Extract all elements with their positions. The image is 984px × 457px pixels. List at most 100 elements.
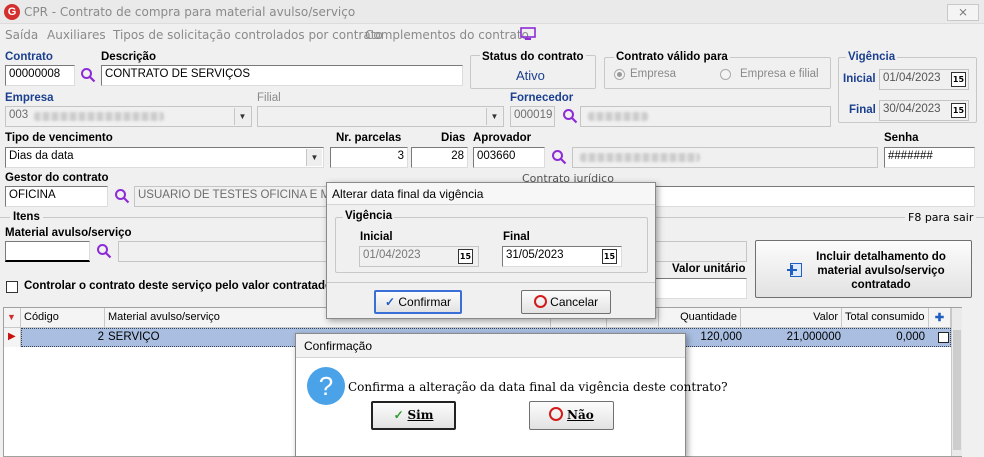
confirm-message: Confirma a alteração da data final da vi… [348, 380, 728, 394]
chevron-down-icon[interactable]: ▼ [234, 108, 250, 125]
aprovador-input[interactable]: 003660 [473, 147, 545, 168]
cancel-icon [533, 295, 547, 308]
radio-empresa-label: Empresa [630, 68, 677, 80]
check-icon: ✓ [384, 295, 396, 309]
calendar-icon[interactable]: 15 [951, 103, 966, 118]
search-icon[interactable] [96, 243, 112, 259]
grid-header-indicator: ▼ [4, 308, 21, 328]
app-logo: G [4, 4, 20, 20]
aprovador-label: Aprovador [473, 132, 532, 144]
filial-label: Filial [257, 92, 281, 104]
add-icon[interactable]: ✚ [935, 312, 944, 324]
grid-header-codigo[interactable]: Código [21, 308, 105, 328]
grid-header-add[interactable]: ✚ [929, 308, 951, 328]
valor-unitario-label: Valor unitário [672, 263, 746, 275]
dialog-inicial-label: Inicial [360, 231, 393, 243]
calendar-icon[interactable]: 15 [458, 249, 473, 264]
senha-input[interactable]: ####### [884, 147, 975, 168]
radio-empresa-filial-label: Empresa e filial [740, 68, 819, 80]
cancel-icon [549, 407, 564, 421]
cancelar-label: Cancelar [550, 295, 599, 309]
confirm-titlebar: Confirmação [296, 334, 685, 358]
search-icon[interactable] [562, 108, 578, 124]
cancelar-button[interactable]: Cancelar [521, 290, 611, 314]
empresa-label: Empresa [5, 92, 54, 104]
grid-header-valor[interactable]: Valor [741, 308, 842, 328]
fornecedor-name-redacted [588, 112, 648, 121]
radio-empresa-filial[interactable] [720, 69, 731, 80]
tipo-vencimento-value: Dias da data [9, 150, 74, 162]
menu-tipos-solicitacao[interactable]: Tipos de solicitação controlados por con… [113, 28, 383, 42]
grid-header-quantidade[interactable]: Quantidade [659, 308, 741, 328]
material-label: Material avulso/serviço [5, 227, 132, 239]
status-value: Ativo [516, 68, 545, 83]
parcelas-label: Nr. parcelas [336, 132, 402, 144]
tipo-vencimento-select[interactable]: Dias da data ▼ [5, 147, 324, 168]
menu-auxiliares[interactable]: Auxiliares [47, 28, 106, 42]
contrato-input[interactable]: 00000008 [5, 65, 75, 86]
grid-scrollbar[interactable] [951, 308, 962, 456]
fornecedor-label: Fornecedor [510, 92, 574, 104]
senha-label: Senha [884, 132, 919, 144]
window-title: CPR - Contrato de compra para material a… [24, 5, 356, 19]
contrato-label: Contrato [5, 51, 53, 63]
dias-input[interactable]: 28 [411, 147, 468, 168]
row-total: 0,000 [896, 331, 925, 343]
status-label: Status do contrato [480, 51, 586, 63]
dialog-title: Alterar data final da vigência [332, 187, 484, 201]
incluir-detalhamento-label: Incluir detalhamento do material avulso/… [816, 251, 946, 291]
search-icon[interactable] [114, 188, 130, 204]
search-icon[interactable] [80, 67, 96, 83]
vigencia-final-label: Final [849, 104, 876, 116]
confirmar-label: Confirmar [398, 295, 452, 309]
controlar-checkbox[interactable] [6, 281, 18, 293]
vigencia-label: Vigência [846, 51, 898, 63]
sim-label: Sim [407, 408, 434, 422]
add-document-icon [787, 263, 802, 277]
chevron-down-icon[interactable]: ▼ [306, 149, 322, 166]
row-codigo: 2 [97, 331, 104, 343]
material-name [118, 241, 330, 262]
valor-unitario-input[interactable] [655, 278, 747, 299]
material-input[interactable] [5, 241, 90, 262]
gestor-name: USUARIO DE TESTES OFICINA E MA [134, 186, 330, 207]
close-button[interactable]: ⨯ [947, 4, 979, 21]
sim-button[interactable]: ✓ Sim [371, 401, 456, 430]
contrato-juridico-input[interactable] [655, 186, 975, 207]
gestor-label: Gestor do contrato [5, 172, 109, 184]
descricao-label: Descrição [101, 51, 156, 63]
material-extra [655, 241, 747, 262]
search-icon[interactable] [551, 149, 567, 165]
menu-complementos[interactable]: Complementos do contrato [365, 28, 529, 42]
row-indicator: ▶ [4, 328, 21, 347]
gestor-input[interactable]: OFICINA [5, 186, 108, 207]
dialog-final-label: Final [503, 231, 530, 243]
menu-saida[interactable]: Saída [5, 28, 38, 42]
check-icon: ✓ [393, 408, 404, 422]
descricao-input[interactable]: CONTRATO DE SERVIÇOS [101, 65, 463, 86]
dialog-titlebar: Alterar data final da vigência [327, 183, 655, 205]
calendar-icon[interactable]: 15 [602, 249, 617, 264]
empresa-code: 003 [9, 109, 29, 121]
vigencia-inicial-label: Inicial [843, 73, 876, 85]
chevron-down-icon[interactable]: ▼ [486, 108, 502, 125]
grid-header-total[interactable]: Total consumido [842, 308, 929, 328]
confirm-title: Confirmação [304, 339, 373, 353]
title-bar: G CPR - Contrato de compra para material… [0, 0, 984, 24]
parcelas-input[interactable]: 3 [330, 147, 408, 168]
radio-empresa[interactable] [614, 69, 625, 80]
row-checkbox[interactable] [938, 332, 949, 343]
dias-label: Dias [441, 132, 466, 144]
empresa-name-redacted [34, 112, 164, 121]
dialog-vigencia-label: Vigência [343, 210, 395, 222]
confirmacao-dialog: Confirmação ? Confirma a alteração da da… [295, 333, 728, 457]
confirmar-button[interactable]: ✓ Confirmar [374, 290, 462, 314]
monitor-icon[interactable] [520, 27, 536, 44]
incluir-detalhamento-button[interactable]: Incluir detalhamento do material avulso/… [755, 240, 972, 298]
valido-para-label: Contrato válido para [614, 51, 730, 63]
dialog-divider [327, 282, 655, 283]
filial-select[interactable]: ▼ [257, 106, 504, 127]
calendar-icon[interactable]: 15 [951, 72, 966, 87]
fornecedor-input[interactable]: 000019 [510, 106, 555, 127]
nao-button[interactable]: Não [529, 401, 614, 430]
